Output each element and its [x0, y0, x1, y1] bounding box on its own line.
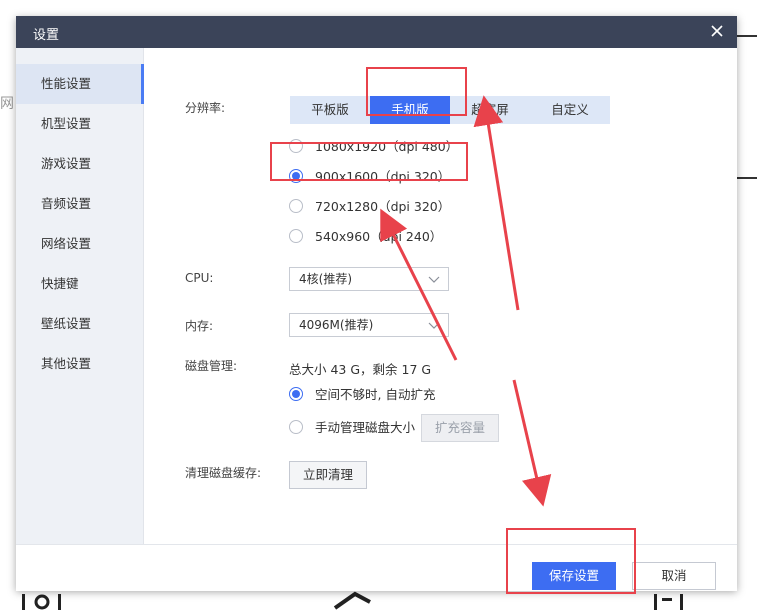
sidebar-item-label: 性能设置 [41, 76, 92, 91]
background-icon [333, 591, 371, 610]
radio-button[interactable] [289, 229, 303, 243]
sidebar-item-label: 壁纸设置 [41, 316, 92, 331]
sidebar-item-label: 游戏设置 [41, 156, 92, 171]
tab-tablet[interactable]: 平板版 [290, 96, 370, 124]
radio-label: 720x1280（dpi 320） [315, 199, 451, 214]
cpu-select[interactable]: 4核(推荐) [289, 267, 449, 291]
background-frame-line [737, 35, 757, 37]
sidebar-item-label: 音频设置 [41, 196, 92, 211]
resolution-label: 分辨率: [185, 101, 226, 115]
dialog-titlebar: 设置 [16, 16, 737, 48]
annotation-highlight-box [270, 142, 468, 181]
sidebar-item-model[interactable]: 机型设置 [16, 104, 143, 144]
cancel-button[interactable]: 取消 [632, 562, 716, 590]
cache-label: 清理磁盘缓存: [185, 466, 262, 480]
background-icon [654, 594, 683, 610]
sidebar-item-label: 其他设置 [41, 356, 92, 371]
cpu-select-value: 4核(推荐) [299, 272, 352, 286]
sidebar-item-label: 网络设置 [41, 236, 92, 251]
background-frame-line [737, 177, 757, 179]
close-icon[interactable] [707, 21, 727, 41]
sidebar-item-game[interactable]: 游戏设置 [16, 144, 143, 184]
sidebar-item-other[interactable]: 其他设置 [16, 344, 143, 384]
sidebar-item-label: 快捷键 [41, 276, 79, 291]
clean-now-button[interactable]: 立即清理 [289, 461, 367, 489]
resolution-option-720[interactable]: 720x1280（dpi 320） [289, 197, 469, 217]
sidebar-item-label: 机型设置 [41, 116, 92, 131]
sidebar-item-audio[interactable]: 音频设置 [16, 184, 143, 224]
cpu-label: CPU: [185, 271, 214, 285]
expand-capacity-button[interactable]: 扩充容量 [421, 414, 499, 442]
radio-label: 手动管理磁盘大小 [315, 420, 416, 435]
disk-label: 磁盘管理: [185, 359, 238, 373]
disk-manual-option[interactable]: 手动管理磁盘大小 [289, 418, 419, 438]
sidebar-item-network[interactable]: 网络设置 [16, 224, 143, 264]
annotation-highlight-box [366, 67, 467, 116]
background-text-fragment: 网 [0, 96, 14, 112]
chevron-down-icon [428, 322, 440, 329]
radio-button[interactable] [289, 387, 303, 401]
annotation-highlight-box [506, 528, 636, 594]
sidebar-item-performance[interactable]: 性能设置 [16, 64, 144, 104]
dialog-title: 设置 [33, 28, 60, 43]
memory-select[interactable]: 4096M(推荐) [289, 313, 449, 337]
resolution-option-540[interactable]: 540x960（dpi 240） [289, 227, 469, 247]
memory-label: 内存: [185, 319, 214, 333]
tab-custom[interactable]: 自定义 [530, 96, 610, 124]
disk-summary: 总大小 43 G，剩余 17 G [289, 362, 432, 377]
chevron-down-icon [428, 276, 440, 283]
radio-button[interactable] [289, 199, 303, 213]
settings-content: 分辨率: 平板版 手机版 超宽屏 自定义 1080x1920（dpi 480） … [144, 48, 737, 544]
disk-auto-expand-option[interactable]: 空间不够时, 自动扩充 [289, 385, 449, 405]
sidebar-item-shortcuts[interactable]: 快捷键 [16, 264, 143, 304]
sidebar-item-wallpaper[interactable]: 壁纸设置 [16, 304, 143, 344]
radio-label: 空间不够时, 自动扩充 [315, 387, 436, 402]
radio-button[interactable] [289, 420, 303, 434]
radio-label: 540x960（dpi 240） [315, 229, 443, 244]
background-icon [22, 594, 61, 610]
memory-select-value: 4096M(推荐) [299, 318, 374, 332]
settings-sidebar: 性能设置 机型设置 游戏设置 音频设置 网络设置 快捷键 壁纸设置 其他设置 [16, 48, 144, 544]
